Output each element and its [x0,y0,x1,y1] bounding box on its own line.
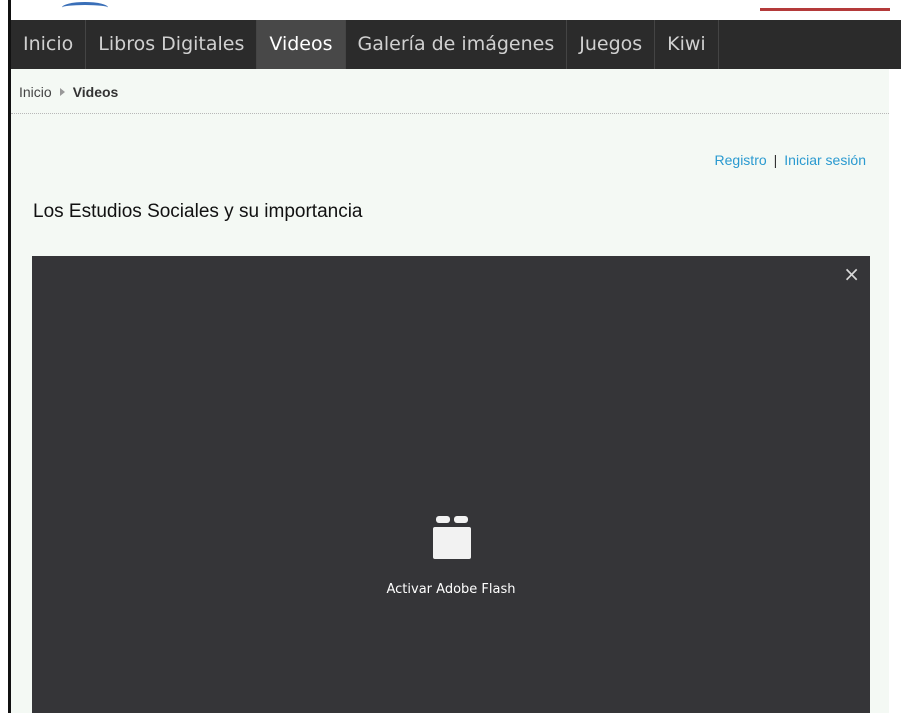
plugin-block-icon[interactable] [428,513,476,561]
register-link[interactable]: Registro [715,152,767,168]
breadcrumb-current: Videos [72,84,119,100]
nav-item-libros-digitales[interactable]: Libros Digitales [86,20,258,69]
nav-item-juegos[interactable]: Juegos [567,20,656,69]
breadcrumb-divider [11,113,889,114]
logo-fragment [62,2,108,13]
nav-item-kiwi[interactable]: Kiwi [655,20,719,69]
auth-links: Registro | Iniciar sesión [715,152,866,168]
nav-item-inicio[interactable]: Inicio [11,20,87,69]
breadcrumb-arrow-icon [59,88,65,96]
main-nav: Inicio Libros Digitales Videos Galería d… [11,20,901,69]
top-banner-strip [0,0,905,18]
login-link[interactable]: Iniciar sesión [784,152,866,168]
auth-separator: | [773,152,778,168]
video-player[interactable]: × Activar Adobe Flash [32,256,870,713]
activate-flash-label[interactable]: Activar Adobe Flash [32,582,870,597]
breadcrumb: Inicio Videos [19,84,118,100]
banner-accent-line [760,8,890,11]
main-content: Inicio Videos Registro | Iniciar sesión Lo… [11,69,889,713]
nav-item-galeria[interactable]: Galería de imágenes [346,20,568,69]
close-icon[interactable]: × [843,264,860,284]
page-title: Los Estudios Sociales y su importancia [33,201,363,222]
nav-item-videos[interactable]: Videos [257,20,346,69]
breadcrumb-home-link[interactable]: Inicio [19,84,52,100]
